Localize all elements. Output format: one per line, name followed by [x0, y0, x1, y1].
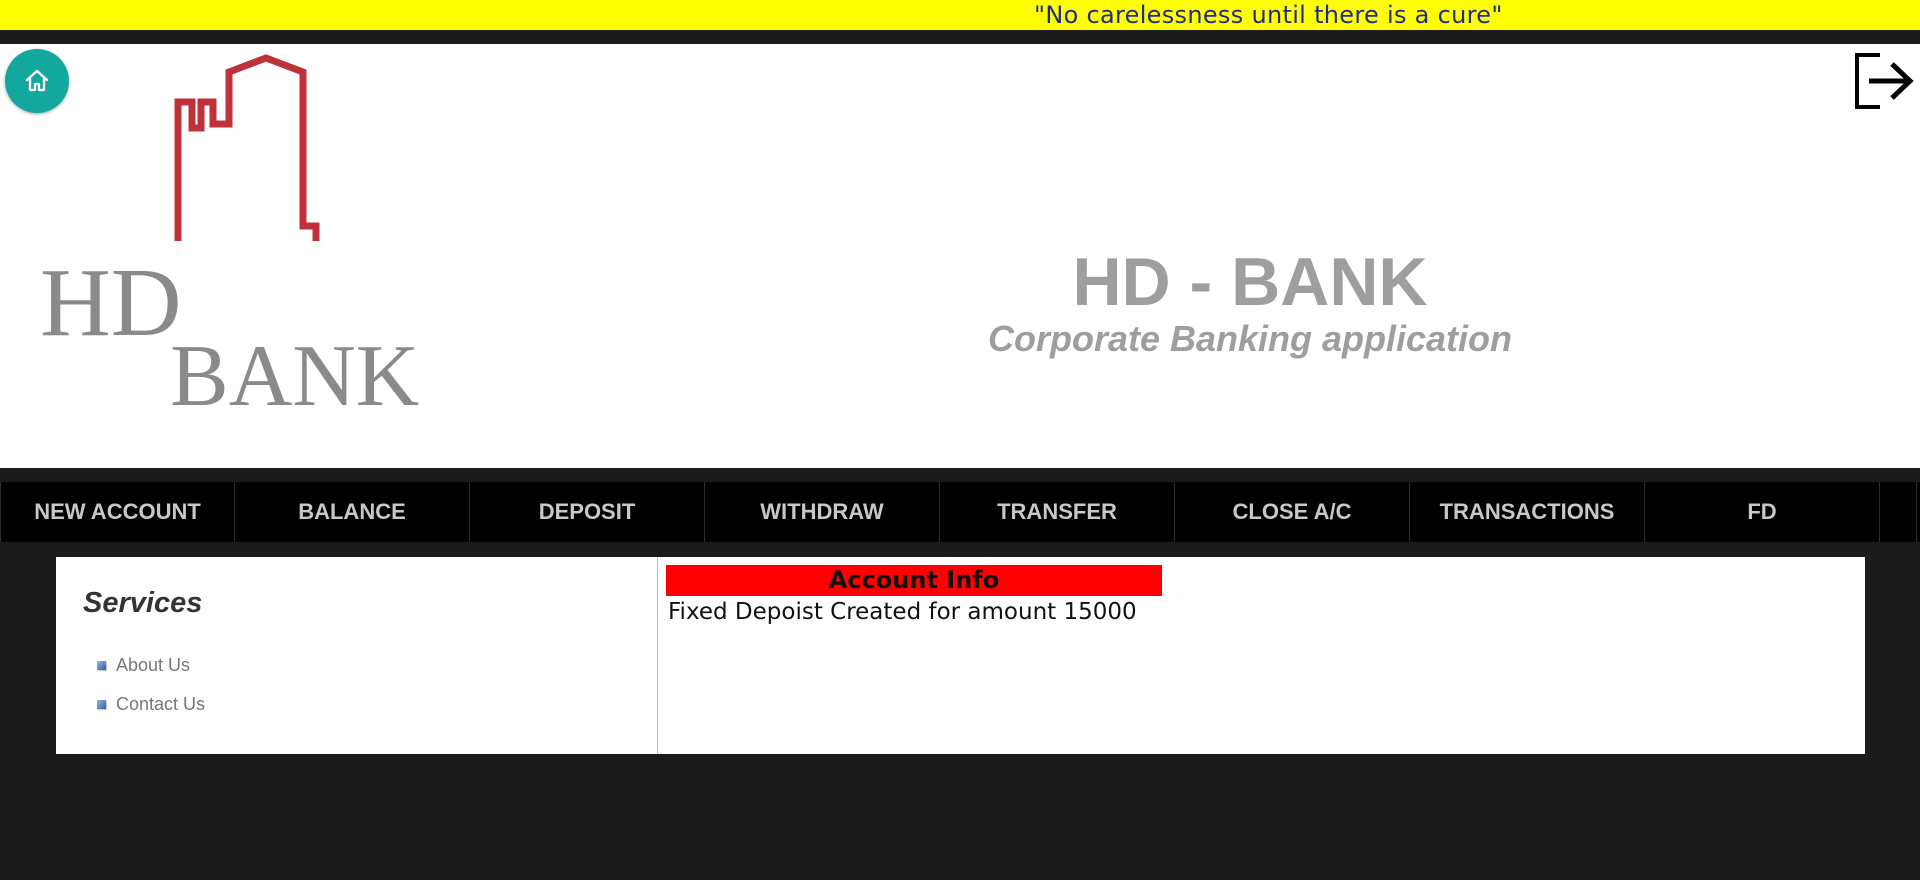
nav-transfer[interactable]: TRANSFER	[940, 482, 1175, 542]
contact-us-label: Contact Us	[116, 694, 206, 714]
nav-balance[interactable]: BALANCE	[235, 482, 470, 542]
page-title: HD - BANK	[1072, 244, 1428, 320]
about-us-label: About Us	[116, 655, 191, 675]
logout-icon	[1855, 53, 1914, 109]
nav-new-account[interactable]: NEW ACCOUNT	[0, 482, 235, 542]
ticker-text: "No carelessness until there is a cure"	[1034, 1, 1503, 29]
logo-graphic: HD BANK	[40, 54, 419, 425]
logo-text-hd: HD	[40, 249, 182, 357]
account-info-header: Account Info	[666, 565, 1162, 596]
logo-text-bank: BANK	[170, 328, 419, 418]
nav-transactions[interactable]: TRANSACTIONS	[1410, 482, 1645, 542]
bullet-icon	[97, 661, 106, 670]
main-nav: NEW ACCOUNT BALANCE DEPOSIT WITHDRAW TRA…	[0, 482, 1920, 542]
hd-bank-logo: HD BANK	[30, 48, 430, 425]
account-info-message: Fixed Depoist Created for amount 15000	[668, 599, 1137, 625]
services-sidebar: Services About Us Contact Us	[56, 557, 658, 754]
nav-deposit[interactable]: DEPOSIT	[470, 482, 705, 542]
page-subtitle: Corporate Banking application	[987, 318, 1513, 359]
logout-button[interactable]	[1854, 50, 1914, 112]
content-panel: Services About Us Contact Us Account Inf…	[56, 557, 1865, 754]
nav-fd[interactable]: FD	[1645, 482, 1880, 542]
nav-close-account[interactable]: CLOSE A/C	[1175, 482, 1410, 542]
about-us-link[interactable]: About Us	[97, 655, 190, 676]
contact-us-link[interactable]: Contact Us	[97, 694, 205, 715]
nav-spacer	[1880, 482, 1917, 542]
nav-withdraw[interactable]: WITHDRAW	[705, 482, 940, 542]
services-heading: Services	[83, 587, 203, 619]
ticker-banner: "No carelessness until there is a cure"	[0, 0, 1920, 30]
bullet-icon	[97, 700, 106, 709]
